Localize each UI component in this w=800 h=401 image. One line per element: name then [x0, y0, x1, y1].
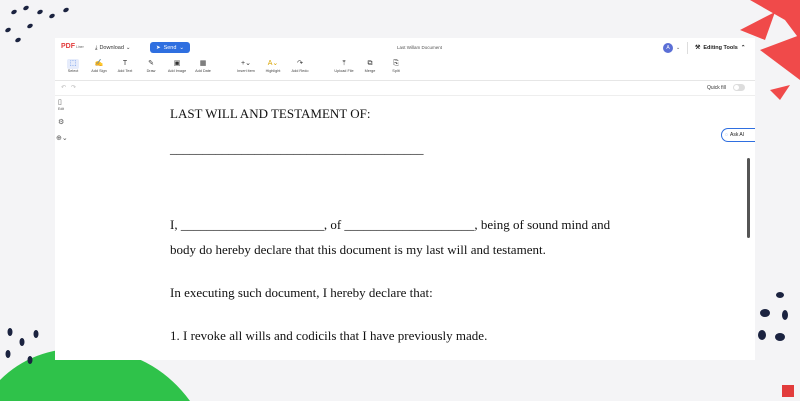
editing-toolbar: ⬚ Select ✍ Add Sign T Add Text ✎ Draw ▣ …	[55, 58, 755, 81]
download-button[interactable]: ⤓ Download ⌄	[95, 43, 131, 53]
merge-icon: ⧉	[367, 60, 373, 67]
undo-icon[interactable]: ↶	[61, 84, 66, 91]
chevron-down-icon: ⌄	[125, 45, 131, 51]
sub-toolbar: ↶ ↷ Quick fill	[55, 81, 755, 96]
tool-add-image[interactable]: ▣ Add Image	[164, 59, 190, 78]
ask-ai-button[interactable]: ◌ Ask AI	[721, 128, 755, 142]
list-item-1[interactable]: 1. I revoke all wills and codicils that …	[170, 328, 487, 344]
plus-icon: +⌄	[241, 60, 251, 67]
image-icon: ▣	[173, 60, 181, 67]
paragraph-1-line-1[interactable]: I, ______________________, of __________…	[170, 217, 610, 233]
ai-sparkle-icon: ◌	[725, 132, 728, 138]
top-bar: PDFLiner ⤓ Download ⌄ ➤ Send ⌄ Last Will…	[55, 38, 755, 58]
upload-icon: ⤒	[342, 60, 346, 67]
send-icon: ➤	[155, 44, 161, 51]
editing-tools-toggle[interactable]: ⚒ Editing Tools ⌃	[695, 44, 746, 52]
app-logo[interactable]: PDFLiner	[61, 43, 84, 50]
quick-fill-label: Quick fill	[707, 85, 726, 91]
page-edit-icon[interactable]: ▯	[58, 98, 62, 106]
testator-name-line[interactable]: _______________________________________	[170, 141, 424, 157]
tool-highlight[interactable]: A⌄ Highlight	[260, 59, 286, 78]
redo-icon[interactable]: ↷	[71, 84, 76, 91]
tool-add-redo[interactable]: ↷ Add Redo	[287, 59, 313, 78]
highlight-icon: A⌄	[267, 60, 279, 67]
sign-icon: ✍	[94, 60, 104, 67]
chevron-down-icon: ⌄	[179, 44, 185, 51]
document-title[interactable]: Last Willam Document	[397, 45, 442, 50]
decor-dots-bottom-right	[758, 292, 794, 397]
gear-icon[interactable]: ⚙	[58, 118, 64, 126]
tool-insert-item[interactable]: +⌄ Insert item	[233, 59, 259, 78]
chevron-up-icon: ⌃	[740, 44, 746, 51]
avatar[interactable]: A	[663, 43, 673, 53]
divider	[687, 42, 688, 54]
download-icon: ⤓	[95, 44, 98, 51]
tool-select[interactable]: ⬚ Select	[60, 59, 86, 78]
tools-icon: ⚒	[695, 45, 701, 51]
sidebar-edit-label: Edit	[58, 107, 65, 111]
document-heading[interactable]: LAST WILL AND TESTAMENT OF:	[170, 106, 370, 122]
tool-add-date[interactable]: ▦ Add Date	[190, 59, 216, 78]
tool-upload-file[interactable]: ⤒ Upload File	[331, 59, 357, 78]
tool-draw[interactable]: ✎ Draw	[138, 59, 164, 78]
draw-icon: ✎	[148, 60, 154, 67]
tool-add-sign[interactable]: ✍ Add Sign	[86, 59, 112, 78]
paragraph-2[interactable]: In executing such document, I hereby dec…	[170, 285, 433, 301]
chevron-down-icon[interactable]: ⌄	[676, 45, 680, 51]
tool-add-text[interactable]: T Add Text	[112, 59, 138, 78]
quick-fill-toggle[interactable]	[733, 84, 745, 91]
document-page: LAST WILL AND TESTAMENT OF: ____________…	[72, 96, 740, 360]
text-icon: T	[122, 60, 128, 67]
scrollbar[interactable]	[747, 158, 750, 238]
editor-window: PDFLiner ⤓ Download ⌄ ➤ Send ⌄ Last Will…	[55, 38, 755, 360]
split-icon: ⎘	[393, 60, 399, 67]
zoom-icon[interactable]: ⊕⌄	[56, 134, 68, 142]
tool-split[interactable]: ⎘ Split	[383, 59, 409, 78]
left-sidebar: ▯ Edit ⚙ ⊕⌄	[55, 96, 71, 360]
calendar-icon: ▦	[199, 60, 207, 67]
tool-merge[interactable]: ⧉ Merge	[357, 59, 383, 78]
send-button[interactable]: ➤ Send ⌄	[150, 42, 190, 53]
paragraph-1-line-2[interactable]: body do hereby declare that this documen…	[170, 242, 546, 258]
redo-icon: ↷	[297, 60, 303, 67]
select-icon: ⬚	[66, 59, 80, 69]
